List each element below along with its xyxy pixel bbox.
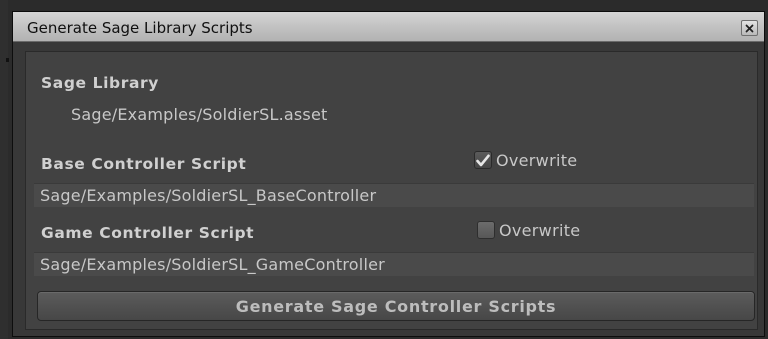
background-mark <box>6 58 9 62</box>
base-overwrite-label: Overwrite <box>496 150 578 170</box>
title-bar[interactable]: Generate Sage Library Scripts <box>13 12 764 42</box>
base-controller-heading: Base Controller Script <box>41 155 247 173</box>
base-overwrite-toggle[interactable]: Overwrite <box>474 149 577 171</box>
base-controller-path: Sage/Examples/SoldierSL_BaseController <box>40 186 377 205</box>
game-controller-heading: Game Controller Script <box>41 224 255 242</box>
game-overwrite-toggle[interactable]: Overwrite <box>477 219 580 241</box>
base-overwrite-checkbox[interactable] <box>474 151 492 169</box>
close-icon <box>745 24 754 32</box>
dialog-window: Generate Sage Library Scripts <box>12 11 765 337</box>
window-title: Generate Sage Library Scripts <box>27 19 253 37</box>
game-overwrite-checkbox[interactable] <box>477 221 495 239</box>
sage-library-heading: Sage Library <box>41 74 159 92</box>
game-overwrite-label: Overwrite <box>499 220 581 240</box>
base-controller-path-field[interactable]: Sage/Examples/SoldierSL_BaseController <box>34 183 754 207</box>
game-controller-path-field[interactable]: Sage/Examples/SoldierSL_GameController <box>34 252 754 276</box>
game-controller-path: Sage/Examples/SoldierSL_GameController <box>40 255 385 274</box>
sage-library-path: Sage/Examples/SoldierSL.asset <box>71 105 328 124</box>
generate-scripts-label: Generate Sage Controller Scripts <box>235 296 557 316</box>
checkmark-icon <box>476 154 490 166</box>
close-button[interactable] <box>741 20 758 36</box>
background-edge <box>0 0 8 339</box>
generate-scripts-button[interactable]: Generate Sage Controller Scripts <box>37 291 755 321</box>
